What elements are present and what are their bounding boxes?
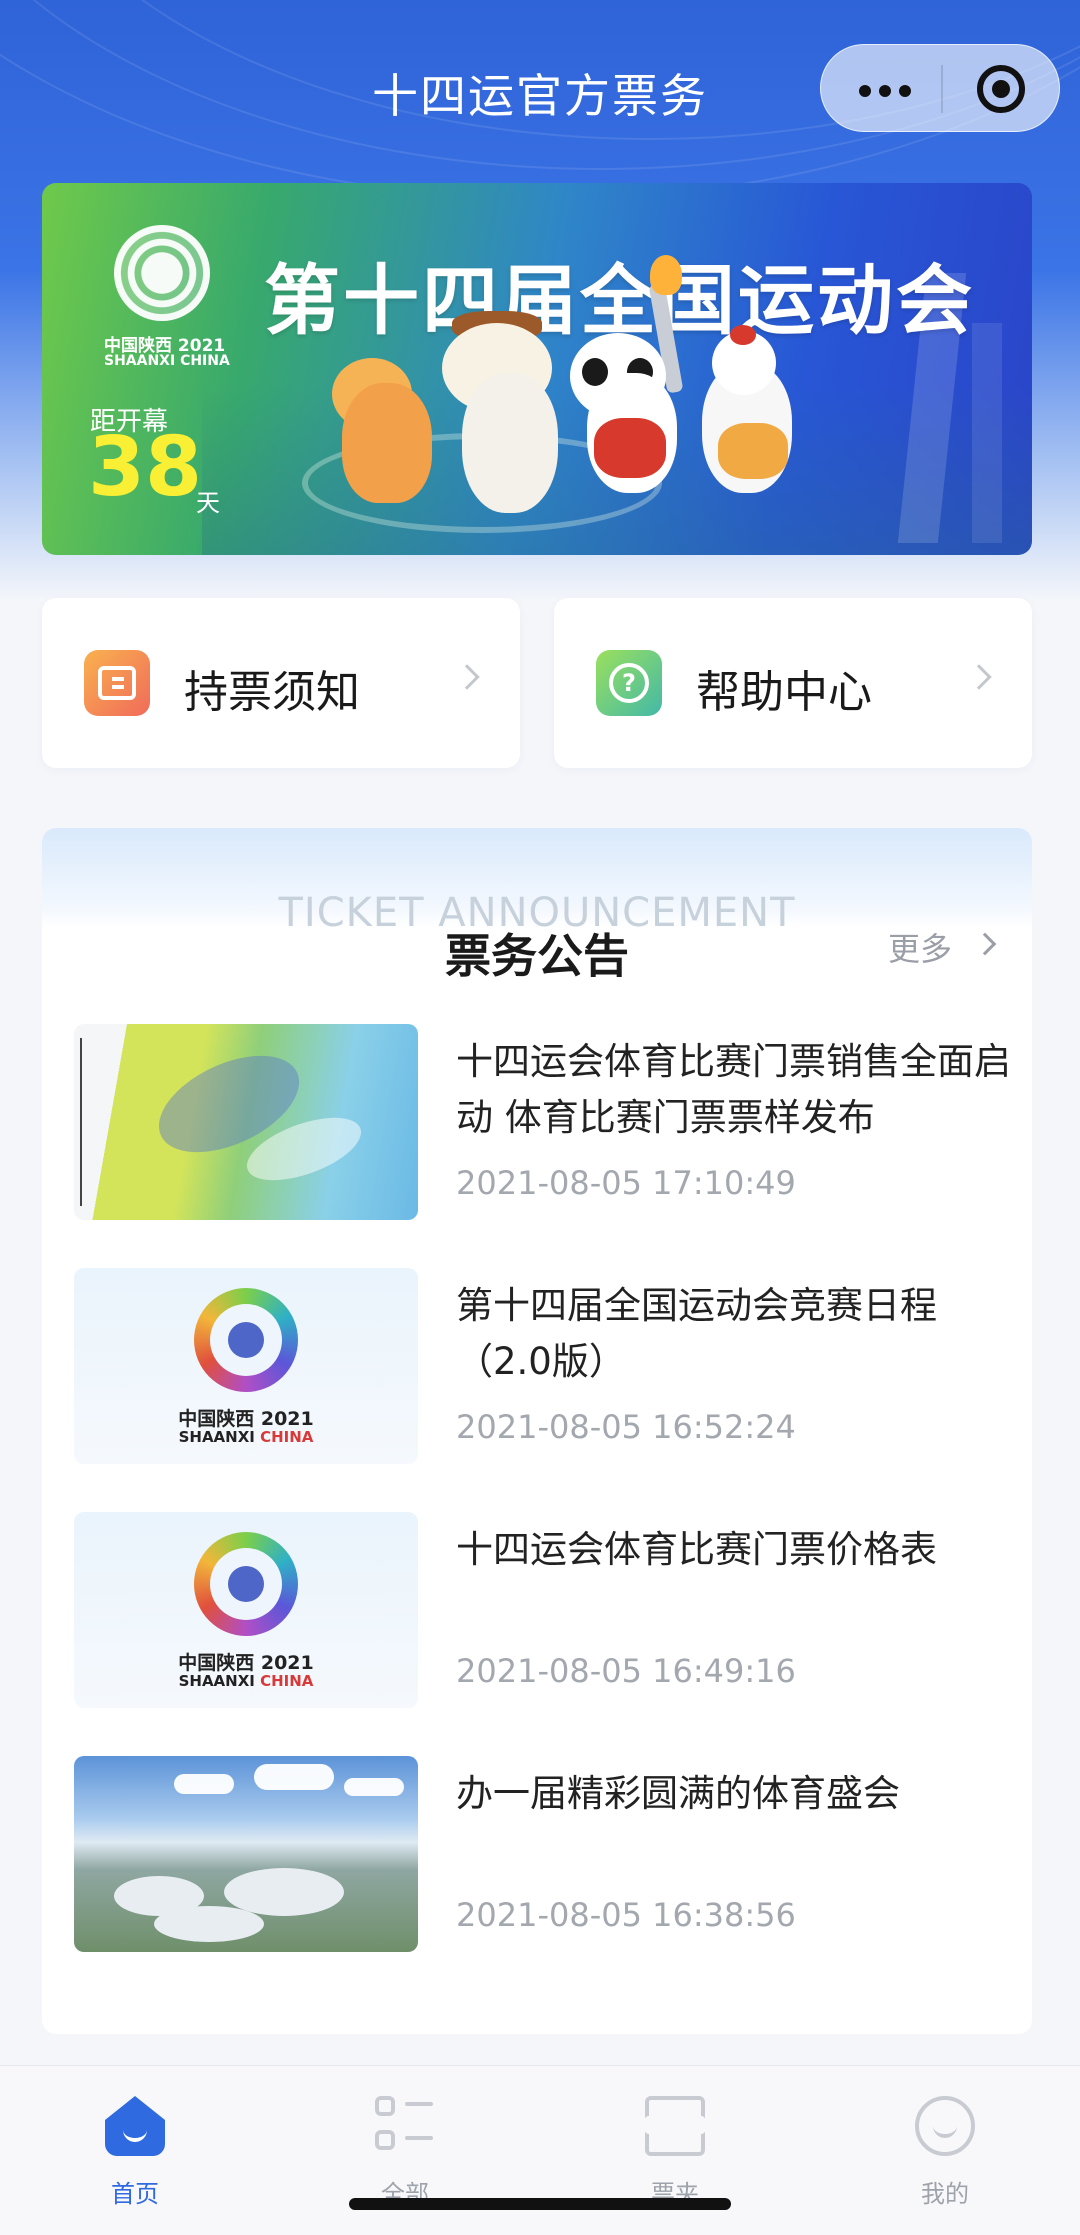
close-target-icon[interactable] bbox=[977, 65, 1025, 113]
chevron-right-icon bbox=[966, 664, 992, 690]
mascot-takin-body bbox=[462, 373, 558, 513]
news-item[interactable]: 办一届精彩圆满的体育盛会 2021-08-05 16:38:56 bbox=[74, 1756, 1004, 1952]
ticket-notice-label: 持票须知 bbox=[184, 667, 360, 718]
tab-profile[interactable]: 我的 bbox=[810, 2066, 1080, 2208]
stadium-photo-thumbnail bbox=[74, 1756, 418, 1952]
tab-label: 我的 bbox=[921, 2180, 969, 2208]
chevron-right-icon bbox=[454, 664, 480, 690]
help-icon: ? bbox=[596, 650, 662, 716]
mini-program-capsule bbox=[820, 44, 1060, 132]
news-item[interactable]: 十四运会体育比赛门票销售全面启动 体育比赛门票票样发布 2021-08-05 1… bbox=[74, 1024, 1011, 1220]
home-icon bbox=[105, 2096, 165, 2156]
news-title: 十四运会体育比赛门票销售全面启动 体育比赛门票票样发布 bbox=[456, 1040, 1011, 1139]
games-logo-thumbnail: 中国陕西 2021 SHAANXI CHINA bbox=[74, 1512, 418, 1708]
ibis-shirt bbox=[718, 423, 788, 479]
tab-ticket-wallet[interactable]: 票夹 bbox=[540, 2066, 810, 2208]
panda-shirt bbox=[594, 418, 666, 478]
news-item[interactable]: 中国陕西 2021 SHAANXI CHINA 第十四届全国运动会竞赛日程（2.… bbox=[74, 1268, 1004, 1464]
capsule-divider bbox=[941, 65, 943, 113]
news-time: 2021-08-05 16:52:24 bbox=[456, 1408, 796, 1446]
news-time: 2021-08-05 16:49:16 bbox=[456, 1652, 796, 1690]
profile-icon bbox=[915, 2096, 975, 2156]
ticket-wallet-icon bbox=[643, 2096, 707, 2156]
news-time: 2021-08-05 16:38:56 bbox=[456, 1896, 796, 1934]
ticket-sample-thumbnail bbox=[74, 1024, 418, 1220]
countdown-days: 38 bbox=[88, 420, 203, 515]
news-time: 2021-08-05 17:10:49 bbox=[456, 1164, 796, 1202]
ibis-crest bbox=[730, 325, 756, 345]
flame-icon bbox=[650, 255, 682, 295]
mascot-lion-body bbox=[342, 383, 432, 503]
announcement-panel: TICKET ANNOUNCEMENT 票务公告 更多 十四运会体育比赛门票销售… bbox=[42, 828, 1032, 2034]
announcement-title: 票务公告 bbox=[445, 929, 629, 983]
news-title: 十四运会体育比赛门票价格表 bbox=[456, 1528, 937, 1571]
more-icon[interactable] bbox=[859, 85, 911, 97]
more-link[interactable]: 更多 bbox=[888, 924, 952, 970]
tower-shape bbox=[972, 323, 1002, 543]
nav-bar: 十四运官方票务 bbox=[0, 40, 1080, 136]
ticket-notice-card[interactable]: 持票须知 bbox=[42, 598, 520, 768]
games-banner[interactable]: 中国陕西 2021 SHAANXI CHINA 第十四届全国运动会 距开幕 38… bbox=[42, 183, 1032, 555]
tab-label: 首页 bbox=[111, 2180, 159, 2208]
help-center-card[interactable]: ? 帮助中心 bbox=[554, 598, 1032, 768]
home-indicator bbox=[349, 2198, 731, 2210]
news-item[interactable]: 中国陕西 2021 SHAANXI CHINA 十四运会体育比赛门票价格表 20… bbox=[74, 1512, 1004, 1708]
grid-icon bbox=[375, 2096, 435, 2156]
logo-text-en: SHAANXI CHINA bbox=[104, 353, 230, 369]
tab-home[interactable]: 首页 bbox=[0, 2066, 270, 2208]
games-logo-icon bbox=[114, 225, 210, 321]
countdown-unit: 天 bbox=[196, 489, 220, 517]
tab-all[interactable]: 全部 bbox=[270, 2066, 540, 2208]
games-logo-thumbnail: 中国陕西 2021 SHAANXI CHINA bbox=[74, 1268, 418, 1464]
ticket-icon bbox=[84, 650, 150, 716]
news-title: 办一届精彩圆满的体育盛会 bbox=[456, 1772, 900, 1815]
news-title: 第十四届全国运动会竞赛日程（2.0版） bbox=[456, 1284, 937, 1383]
help-center-label: 帮助中心 bbox=[696, 667, 872, 718]
